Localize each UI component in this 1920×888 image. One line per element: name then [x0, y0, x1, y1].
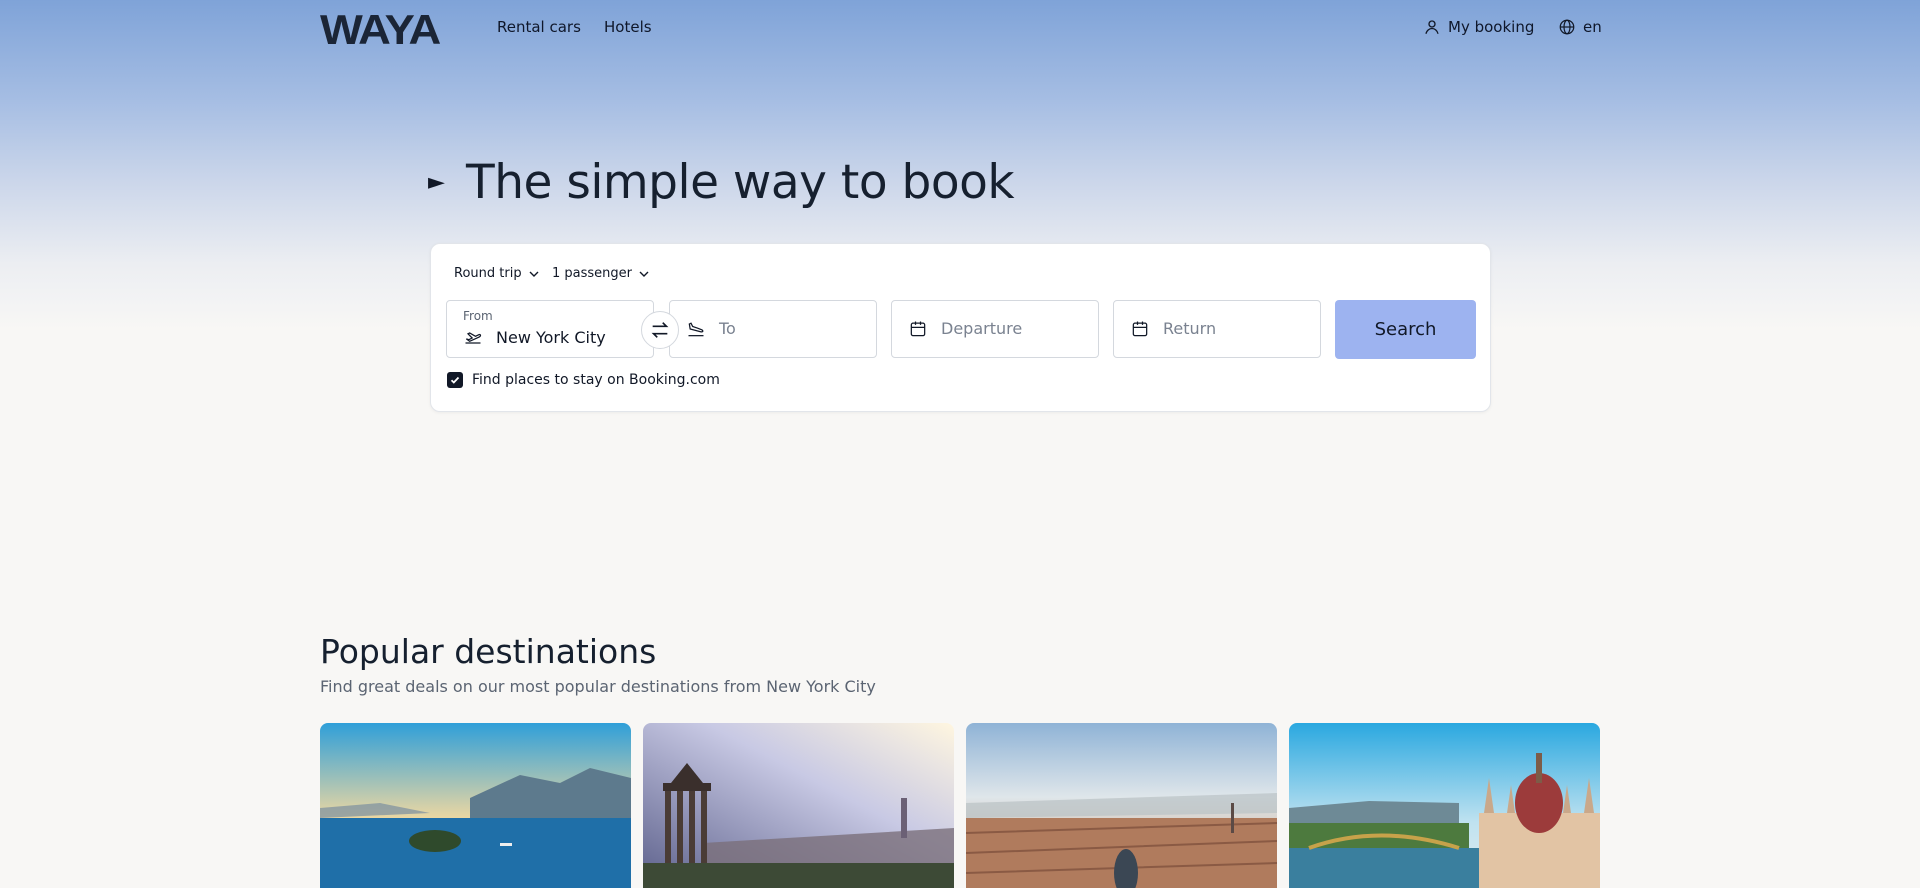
trip-type-dropdown[interactable]: Round trip	[454, 266, 540, 281]
my-booking-label: My booking	[1448, 18, 1535, 36]
takeoff-icon	[465, 332, 482, 344]
checkmark-icon	[450, 376, 460, 384]
departure-field[interactable]: Departure	[891, 300, 1099, 358]
destination-image	[643, 723, 954, 888]
to-placeholder: To	[719, 319, 736, 338]
flight-search-card: Round trip 1 passenger From New York Cit…	[430, 243, 1491, 412]
stay-checkbox[interactable]	[447, 372, 463, 388]
return-placeholder: Return	[1163, 319, 1217, 338]
nav-rental-cars[interactable]: Rental cars	[497, 18, 581, 36]
destination-image	[966, 723, 1277, 888]
destination-image	[320, 723, 631, 888]
nav-hotels[interactable]: Hotels	[604, 18, 652, 36]
top-nav: WAYA Rental cars Hotels My booking en	[0, 0, 1920, 56]
hero-headline: ► The simple way to book	[428, 155, 1015, 210]
swap-icon	[651, 322, 669, 338]
passengers-dropdown[interactable]: 1 passenger	[552, 266, 650, 281]
search-button[interactable]: Search	[1335, 300, 1476, 359]
from-field[interactable]: From New York City	[446, 300, 654, 358]
to-field[interactable]: To	[669, 300, 877, 358]
page-title: The simple way to book	[466, 155, 1015, 210]
stay-checkbox-label[interactable]: Find places to stay on Booking.com	[472, 372, 720, 388]
destination-card-coast[interactable]	[320, 723, 631, 888]
landing-icon	[688, 322, 704, 337]
popular-destinations-title: Popular destinations	[320, 632, 657, 671]
calendar-icon	[1132, 321, 1148, 337]
play-arrow-icon: ►	[428, 170, 445, 195]
swap-locations-button[interactable]	[641, 311, 679, 349]
logo[interactable]: WAYA	[320, 6, 441, 54]
stay-checkbox-row: Find places to stay on Booking.com	[447, 372, 720, 388]
destination-card-parliament[interactable]	[1289, 723, 1600, 888]
trip-type-label: Round trip	[454, 266, 522, 281]
destination-card-city[interactable]	[966, 723, 1277, 888]
globe-icon	[1559, 19, 1575, 35]
chevron-down-icon	[529, 271, 539, 277]
from-value: New York City	[496, 328, 606, 347]
destination-image	[1289, 723, 1600, 888]
return-field[interactable]: Return	[1113, 300, 1321, 358]
language-selector[interactable]: en	[1558, 18, 1602, 36]
calendar-icon	[910, 321, 926, 337]
language-label: en	[1583, 18, 1602, 36]
chevron-down-icon	[639, 271, 649, 277]
departure-placeholder: Departure	[941, 319, 1023, 338]
from-label: From	[463, 309, 493, 323]
passengers-label: 1 passenger	[552, 266, 632, 281]
my-booking-button[interactable]: My booking	[1423, 18, 1534, 36]
user-icon	[1425, 20, 1439, 34]
popular-destinations-subtitle: Find great deals on our most popular des…	[320, 677, 876, 696]
destination-card-monument[interactable]	[643, 723, 954, 888]
